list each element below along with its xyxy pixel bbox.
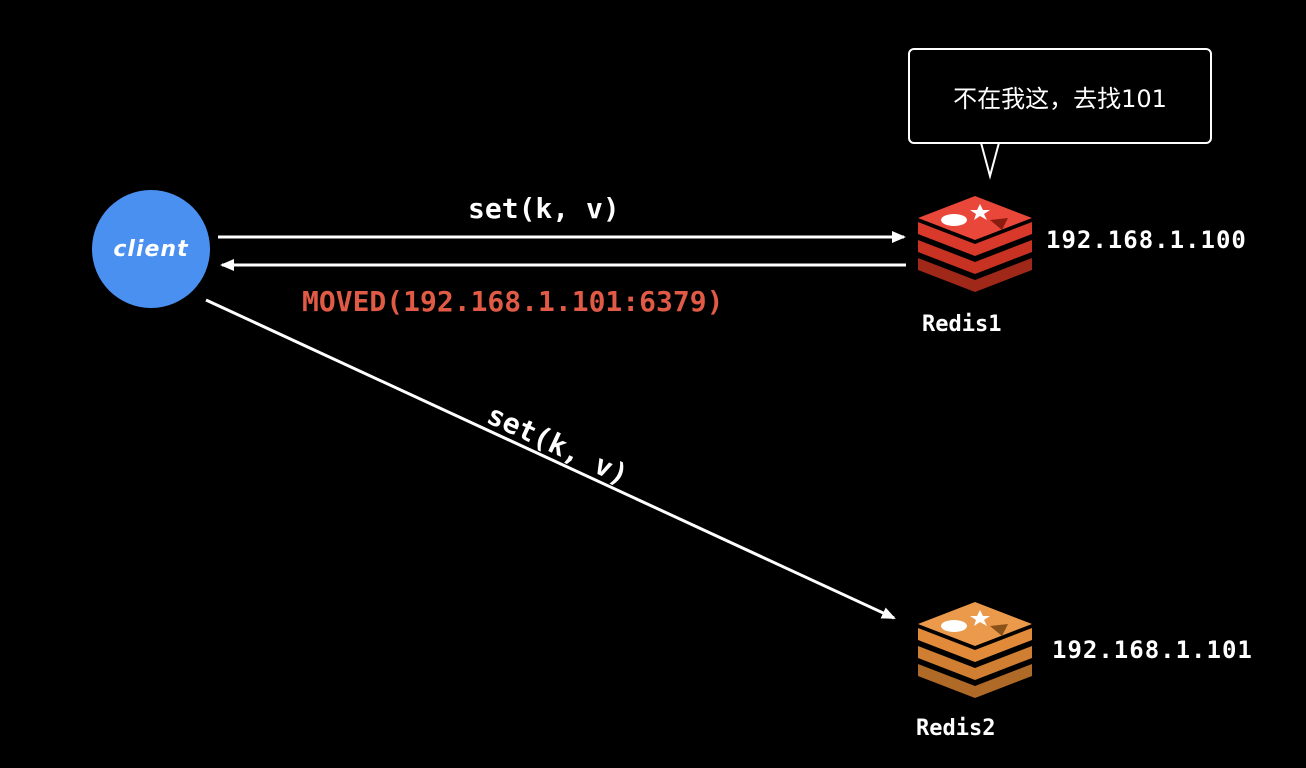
redis1-label: Redis1 — [922, 312, 1002, 337]
redis1-ip: 192.168.1.100 — [1046, 226, 1247, 254]
redis2-label: Redis2 — [916, 716, 996, 741]
client-node: client — [92, 190, 210, 308]
diagram-stage: client 不在我这，去找101 set(k, v) MOVED(192.16… — [0, 0, 1306, 768]
speech-bubble: 不在我这，去找101 — [908, 48, 1212, 144]
request1-label: set(k, v) — [468, 192, 620, 225]
speech-bubble-text: 不在我这，去找101 — [953, 84, 1167, 113]
speech-bubble-tail — [978, 137, 1002, 180]
redis2-icon — [918, 602, 1032, 698]
client-label: client — [113, 236, 189, 262]
redis2-ip: 192.168.1.101 — [1052, 636, 1253, 664]
moved-response-label: MOVED(192.168.1.101:6379) — [302, 285, 724, 318]
redis1-icon — [918, 196, 1032, 292]
